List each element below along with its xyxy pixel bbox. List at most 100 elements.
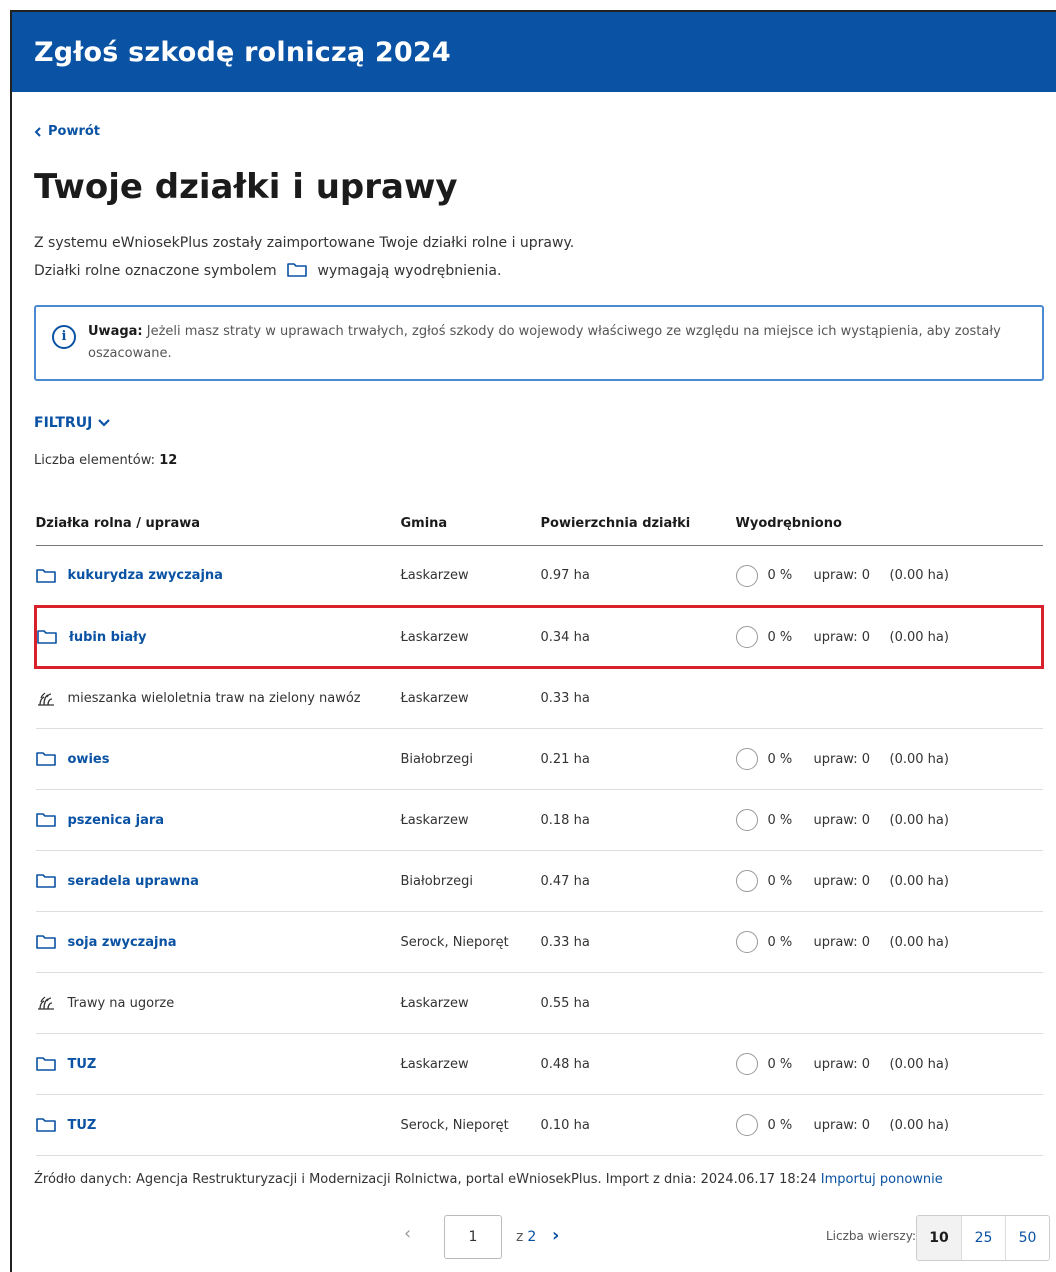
- parcel-name[interactable]: owies: [68, 752, 110, 767]
- area-cell: 0.33 ha: [540, 911, 736, 973]
- header-area[interactable]: Powierzchnia działki: [540, 491, 736, 546]
- rows-option-25[interactable]: 25: [961, 1216, 1005, 1260]
- folder-icon: [37, 630, 57, 644]
- extracted-cell: 0 % upraw: 0 (0.00 ha): [735, 1094, 1043, 1156]
- parcel-name[interactable]: TUZ: [68, 1118, 97, 1133]
- upraw-area: (0.00 ha): [889, 873, 949, 889]
- table-row: łubin biały Łaskarzew 0.34 ha 0 % upraw: 0 (0…: [34, 605, 1044, 669]
- extracted-cell: [735, 667, 1043, 729]
- items-count: Liczba elementów: 12: [34, 452, 178, 468]
- upraw-area: (0.00 ha): [889, 1117, 949, 1133]
- percent-value: 0 %: [767, 751, 793, 767]
- progress-ring: [735, 870, 758, 892]
- description: Z systemu eWniosekPlus zostały zaimporto…: [34, 229, 1056, 285]
- app-title: Zgłoś szkodę rolniczą 2024: [34, 36, 451, 68]
- table-row: Trawy na ugorze Łaskarzew 0.55 ha: [35, 972, 1043, 1034]
- next-page-icon[interactable]: ›: [552, 1225, 559, 1246]
- parcel-name[interactable]: kukurydza zwyczajna: [68, 568, 223, 583]
- reimport-link[interactable]: Importuj ponownie: [821, 1172, 943, 1187]
- area-cell: 0.47 ha: [540, 850, 736, 912]
- rows-option-50[interactable]: 50: [1005, 1216, 1049, 1260]
- gmina-cell: Łaskarzew: [400, 545, 541, 607]
- description-line2: Działki rolne oznaczone symbolem wymagaj…: [34, 262, 502, 279]
- page-input[interactable]: 1: [444, 1215, 502, 1259]
- page-title: Twoje działki i uprawy: [34, 166, 458, 207]
- rows-per-page: 10 25 50: [916, 1215, 1050, 1261]
- chevron-down-icon: [98, 418, 111, 427]
- area-cell: 0.33 ha: [540, 667, 736, 729]
- upraw-area: (0.00 ha): [889, 1056, 949, 1072]
- header-gmina[interactable]: Gmina: [400, 491, 541, 546]
- extracted-cell: 0 % upraw: 0 (0.00 ha): [735, 545, 1043, 607]
- parcel-name[interactable]: łubin biały: [69, 630, 146, 645]
- parcel-name[interactable]: soja zwyczajna: [68, 935, 177, 950]
- extracted-cell: 0 % upraw: 0 (0.00 ha): [735, 728, 1043, 790]
- progress-ring: [735, 626, 758, 648]
- data-source: Źródło danych: Agencja Restrukturyzacji …: [34, 1172, 943, 1187]
- upraw-area: (0.00 ha): [889, 751, 949, 767]
- table-row: kukurydza zwyczajna Łaskarzew 0.97 ha 0 % up…: [35, 545, 1043, 607]
- warning-alert: i Uwaga: Jeżeli masz straty w uprawach t…: [34, 304, 1044, 381]
- table-row: soja zwyczajna Serock, Nieporęt 0.33 ha 0 %…: [35, 911, 1043, 973]
- back-link[interactable]: Powrót: [34, 124, 100, 139]
- progress-ring: [735, 1053, 758, 1075]
- upraw-count: upraw: 0: [813, 568, 871, 583]
- total-pages-link[interactable]: 2: [527, 1229, 536, 1245]
- parcels-table: Działka rolna / uprawa Gmina Powierzchni…: [34, 491, 1044, 1156]
- app-frame: Zgłoś szkodę rolniczą 2024 Powrót Twoje …: [10, 10, 1056, 1272]
- chevron-left-icon: [34, 126, 41, 137]
- parcel-cell: kukurydza zwyczajna: [35, 545, 401, 607]
- table-row: mieszanka wieloletnia traw na zielony na…: [35, 667, 1043, 729]
- parcel-name: mieszanka wieloletnia traw na zielony na…: [67, 691, 361, 706]
- percent-value: 0 %: [767, 873, 793, 889]
- filter-toggle[interactable]: FILTRUJ: [34, 415, 111, 431]
- parcel-name[interactable]: pszenica jara: [68, 813, 165, 828]
- percent-value: 0 %: [767, 1056, 793, 1072]
- grass-icon: [37, 692, 54, 706]
- parcel-cell: łubin biały: [34, 605, 401, 669]
- upraw-area: (0.00 ha): [889, 568, 949, 583]
- percent-value: 0 %: [767, 812, 793, 828]
- percent-value: 0 %: [767, 629, 793, 645]
- folder-icon: [35, 568, 56, 583]
- folder-icon: [35, 874, 56, 888]
- progress-ring: [735, 564, 758, 587]
- parcel-name[interactable]: seradela uprawna: [68, 874, 199, 889]
- progress-ring: [735, 748, 758, 770]
- parcel-cell: TUZ: [35, 1033, 401, 1095]
- rows-option-10[interactable]: 10: [917, 1216, 961, 1260]
- page-of: z2: [516, 1229, 537, 1245]
- grass-icon: [37, 996, 54, 1010]
- info-icon: i: [52, 324, 76, 349]
- header-extracted[interactable]: Wyodrębniono: [735, 491, 1043, 546]
- gmina-cell: Łaskarzew: [400, 605, 541, 669]
- header-parcel[interactable]: Działka rolna / uprawa: [35, 491, 401, 546]
- percent-value: 0 %: [767, 1117, 793, 1133]
- area-cell: 0.97 ha: [540, 545, 736, 607]
- area-cell: 0.55 ha: [540, 972, 736, 1034]
- upraw-count: upraw: 0: [813, 1117, 871, 1133]
- gmina-cell: Serock, Nieporęt: [400, 1094, 541, 1156]
- rows-label: Liczba wierszy:: [826, 1229, 916, 1243]
- alert-text: Uwaga: Jeżeli masz straty w uprawach trw…: [88, 323, 1001, 361]
- parcel-cell: TUZ: [35, 1094, 401, 1156]
- extracted-cell: 0 % upraw: 0 (0.00 ha): [735, 605, 1044, 669]
- folder-icon: [35, 935, 56, 949]
- folder-icon: [35, 1118, 56, 1132]
- parcel-name: Trawy na ugorze: [67, 995, 175, 1011]
- gmina-cell: Łaskarzew: [400, 972, 541, 1034]
- parcel-name[interactable]: TUZ: [68, 1057, 97, 1072]
- progress-ring: [735, 809, 758, 831]
- gmina-cell: Białobrzegi: [400, 728, 541, 790]
- progress-ring: [735, 931, 758, 953]
- folder-icon: [35, 752, 56, 766]
- folder-icon: [35, 813, 56, 827]
- prev-page-icon[interactable]: ‹: [404, 1223, 411, 1244]
- table-row: TUZ Łaskarzew 0.48 ha 0 % upraw: 0 (0.00 ha): [35, 1033, 1043, 1095]
- table-header-row: Działka rolna / uprawa Gmina Powierzchni…: [35, 491, 1043, 546]
- upraw-count: upraw: 0: [813, 751, 871, 767]
- table-row: TUZ Serock, Nieporęt 0.10 ha 0 % upraw: 0 (0.…: [35, 1094, 1043, 1156]
- area-cell: 0.10 ha: [540, 1094, 736, 1156]
- folder-icon: [287, 262, 307, 277]
- progress-ring: [735, 1114, 758, 1136]
